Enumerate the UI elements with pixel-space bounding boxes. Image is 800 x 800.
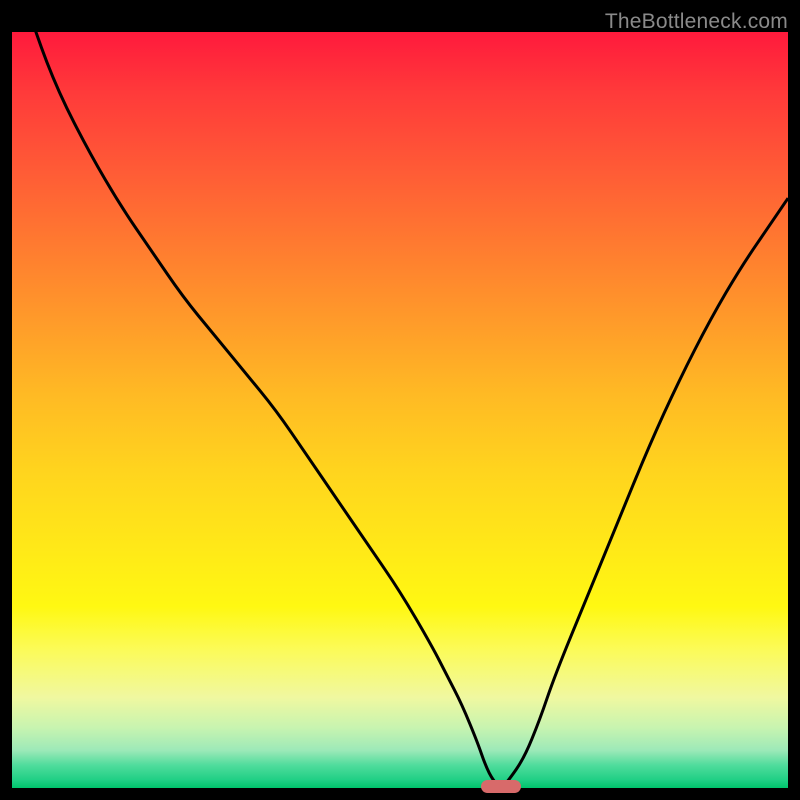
- plot-area: [12, 32, 788, 788]
- chart-frame: TheBottleneck.com: [12, 12, 788, 788]
- curve-path: [12, 32, 788, 786]
- optimum-marker: [481, 780, 521, 793]
- attribution-text: TheBottleneck.com: [605, 10, 788, 34]
- bottleneck-curve: [12, 32, 788, 788]
